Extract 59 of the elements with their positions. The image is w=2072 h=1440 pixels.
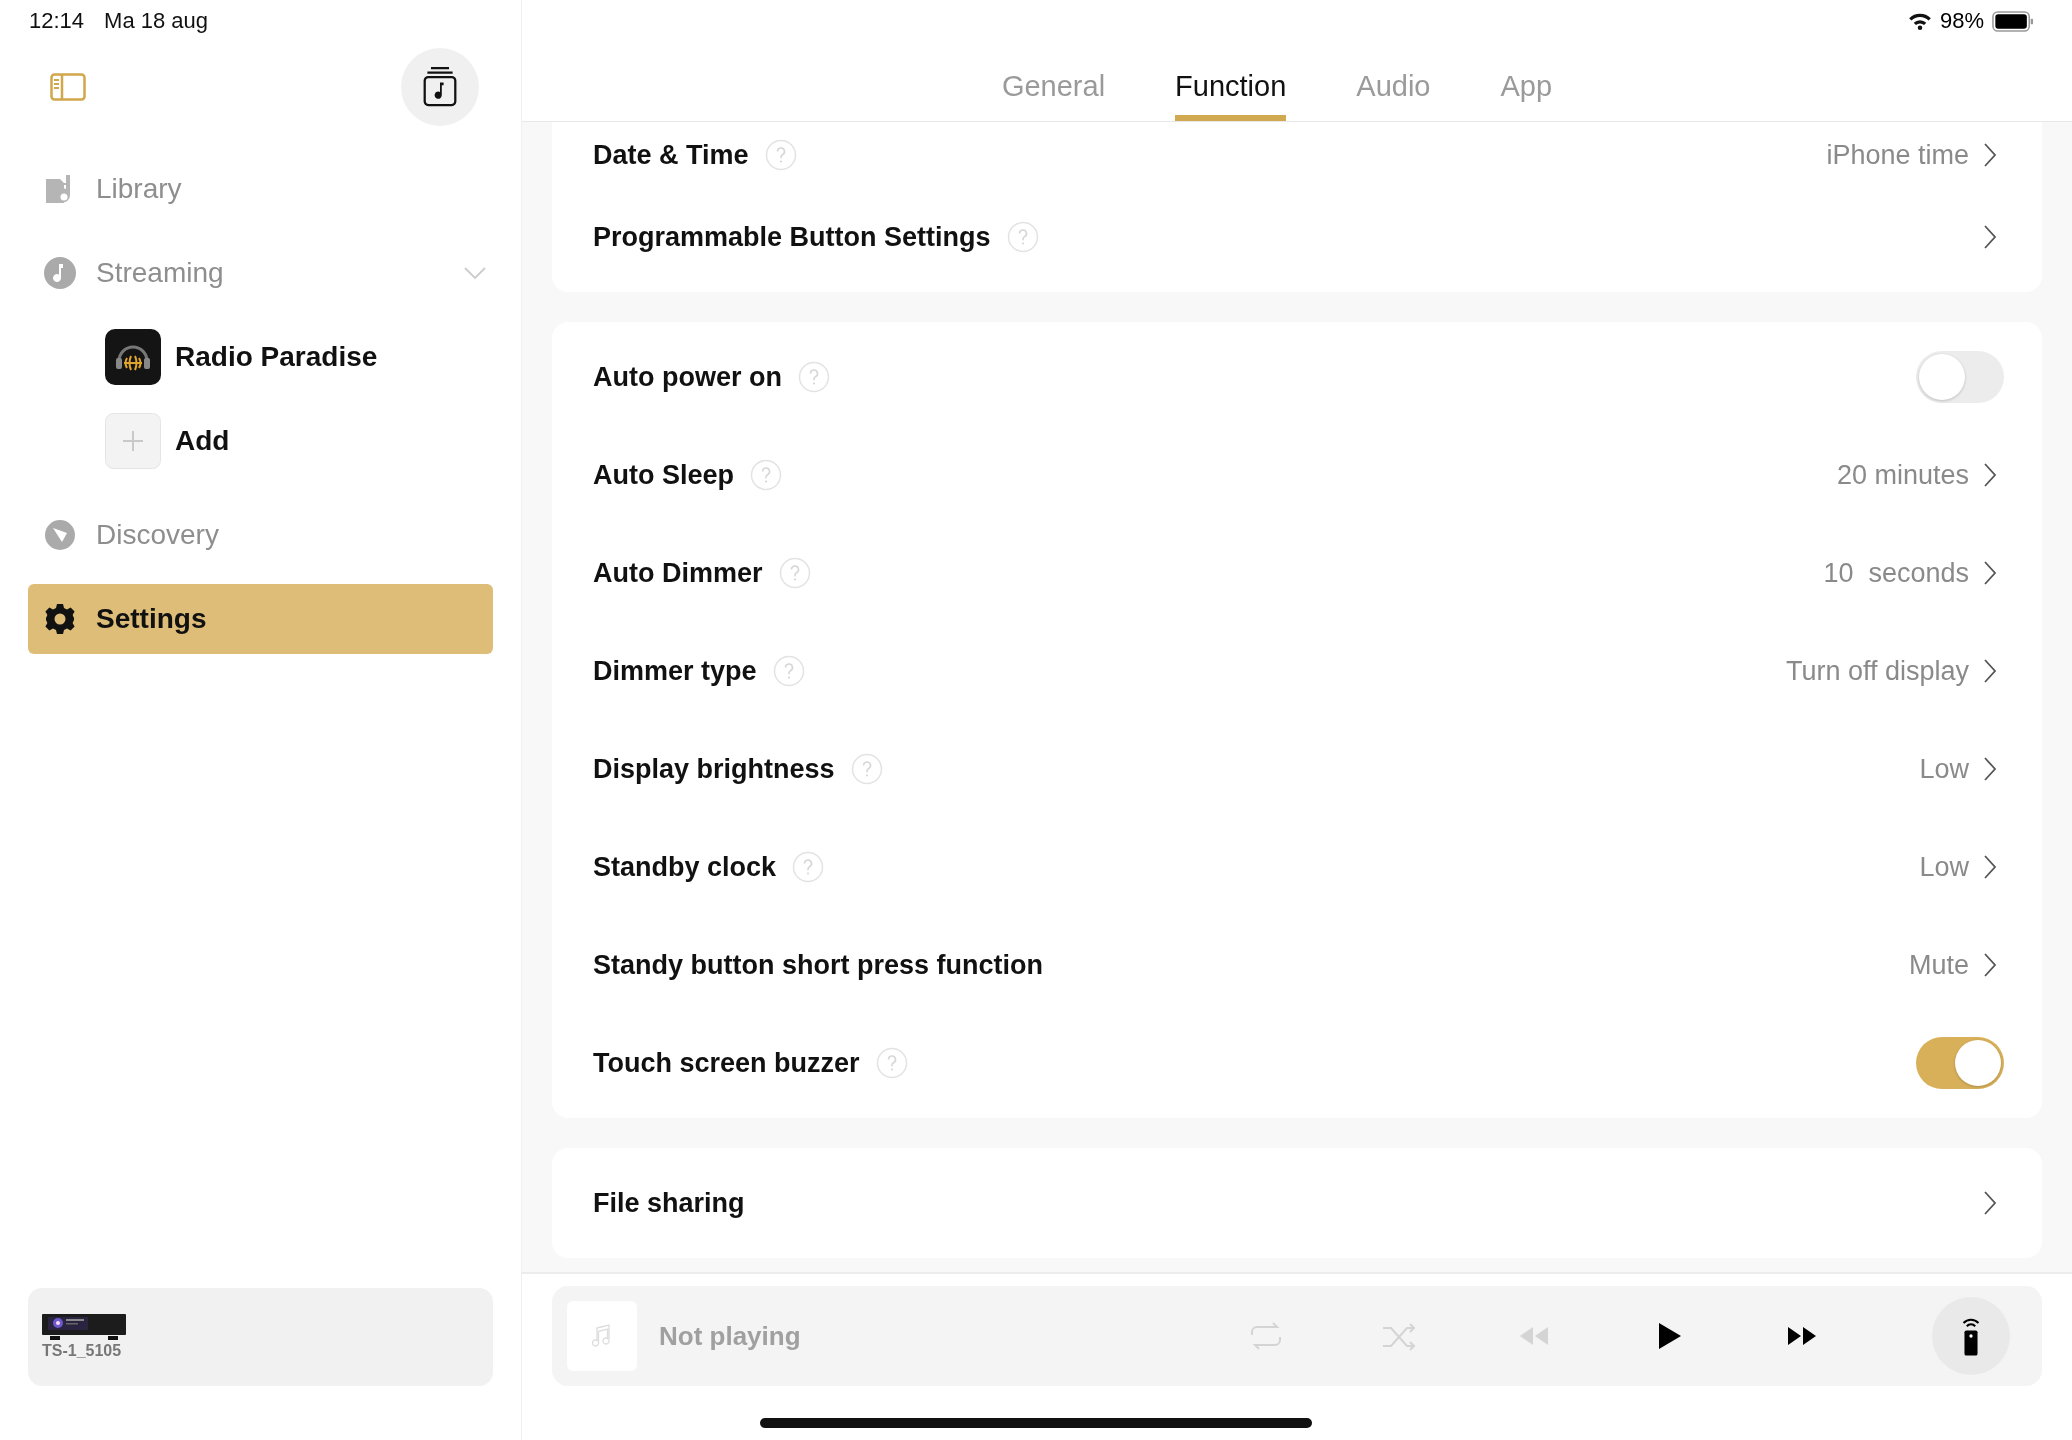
device-card[interactable]: TS-1_5105	[28, 1288, 493, 1386]
chevron-right-icon	[1983, 1190, 1997, 1216]
setting-value: Low	[1919, 753, 1969, 785]
sidebar-item[interactable]: Add	[28, 406, 493, 476]
chevron-right-icon	[1983, 854, 1997, 880]
chevron-right-icon	[1983, 560, 1997, 586]
setting-label: Auto Dimmer	[593, 557, 763, 589]
settings-row[interactable]: Touch screen buzzer	[593, 1014, 2004, 1112]
settings-row[interactable]: Programmable Button Settings	[593, 188, 2004, 286]
battery-percent: 98%	[1939, 8, 1984, 34]
wifi-icon	[1907, 12, 1932, 30]
status-time: 12:14	[29, 8, 85, 35]
device-name: TS-1_5105	[42, 1342, 123, 1360]
toggle-switch[interactable]	[1916, 351, 2004, 403]
status-date: Ma 18 aug	[104, 8, 209, 35]
settings-row[interactable]: Auto Dimmer 10 seconds	[593, 524, 2004, 622]
setting-label: Auto Sleep	[593, 459, 734, 491]
setting-value: Mute	[1908, 949, 1969, 981]
setting-label: Standy button short press function	[593, 949, 1043, 981]
settings-row[interactable]: Date & Time iPhone time	[593, 122, 2004, 188]
settings-row[interactable]: Auto power on	[593, 328, 2004, 426]
music-note-icon	[44, 257, 76, 289]
setting-label: Dimmer type	[593, 655, 757, 687]
setting-label: Display brightness	[593, 753, 835, 785]
chevron-right-icon	[1983, 658, 1997, 684]
settings-row[interactable]: Auto Sleep 20 minutes	[593, 426, 2004, 524]
sidebar-item[interactable]: Radio Paradise	[28, 322, 493, 392]
settings-row[interactable]: Standy button short press function Mute	[593, 916, 2004, 1014]
toggle-switch[interactable]	[1916, 1037, 2004, 1089]
music-queue-icon	[422, 66, 458, 108]
setting-label: Programmable Button Settings	[593, 221, 991, 253]
settings-row[interactable]: Display brightness Low	[593, 720, 2004, 818]
music-note-icon	[567, 1301, 637, 1371]
setting-value: 20 minutes	[1836, 459, 1969, 491]
chevron-right-icon	[1983, 224, 1997, 250]
chevron-right-icon	[1983, 952, 1997, 978]
setting-label: Touch screen buzzer	[593, 1047, 860, 1079]
now-playing-title: Not playing	[659, 1320, 801, 1352]
chevron-right-icon	[1983, 142, 1997, 168]
chevron-right-icon	[1983, 756, 1997, 782]
headphones-icon	[105, 329, 161, 385]
setting-value: Turn off display	[1785, 655, 1969, 687]
setting-label: Date & Time	[593, 139, 749, 171]
settings-row[interactable]: Dimmer type Turn off display	[593, 622, 2004, 720]
setting-value: 10 seconds	[1823, 557, 1969, 589]
sidebar-toggle-icon	[50, 73, 86, 101]
setting-value: iPhone time	[1826, 139, 1969, 171]
sidebar-item[interactable]: Settings	[28, 584, 493, 654]
settings-icon	[44, 603, 76, 635]
settings-row[interactable]: Standby clock Low	[593, 818, 2004, 916]
plus-icon	[105, 413, 161, 469]
setting-value: Low	[1919, 851, 1969, 883]
battery-icon	[1992, 10, 2034, 32]
setting-label: Standby clock	[593, 851, 777, 883]
setting-label: File sharing	[593, 1187, 745, 1219]
compass-icon	[44, 519, 76, 551]
setting-label: Auto power on	[593, 361, 782, 393]
chevron-right-icon	[1983, 462, 1997, 488]
settings-row[interactable]: File sharing	[593, 1154, 2004, 1252]
